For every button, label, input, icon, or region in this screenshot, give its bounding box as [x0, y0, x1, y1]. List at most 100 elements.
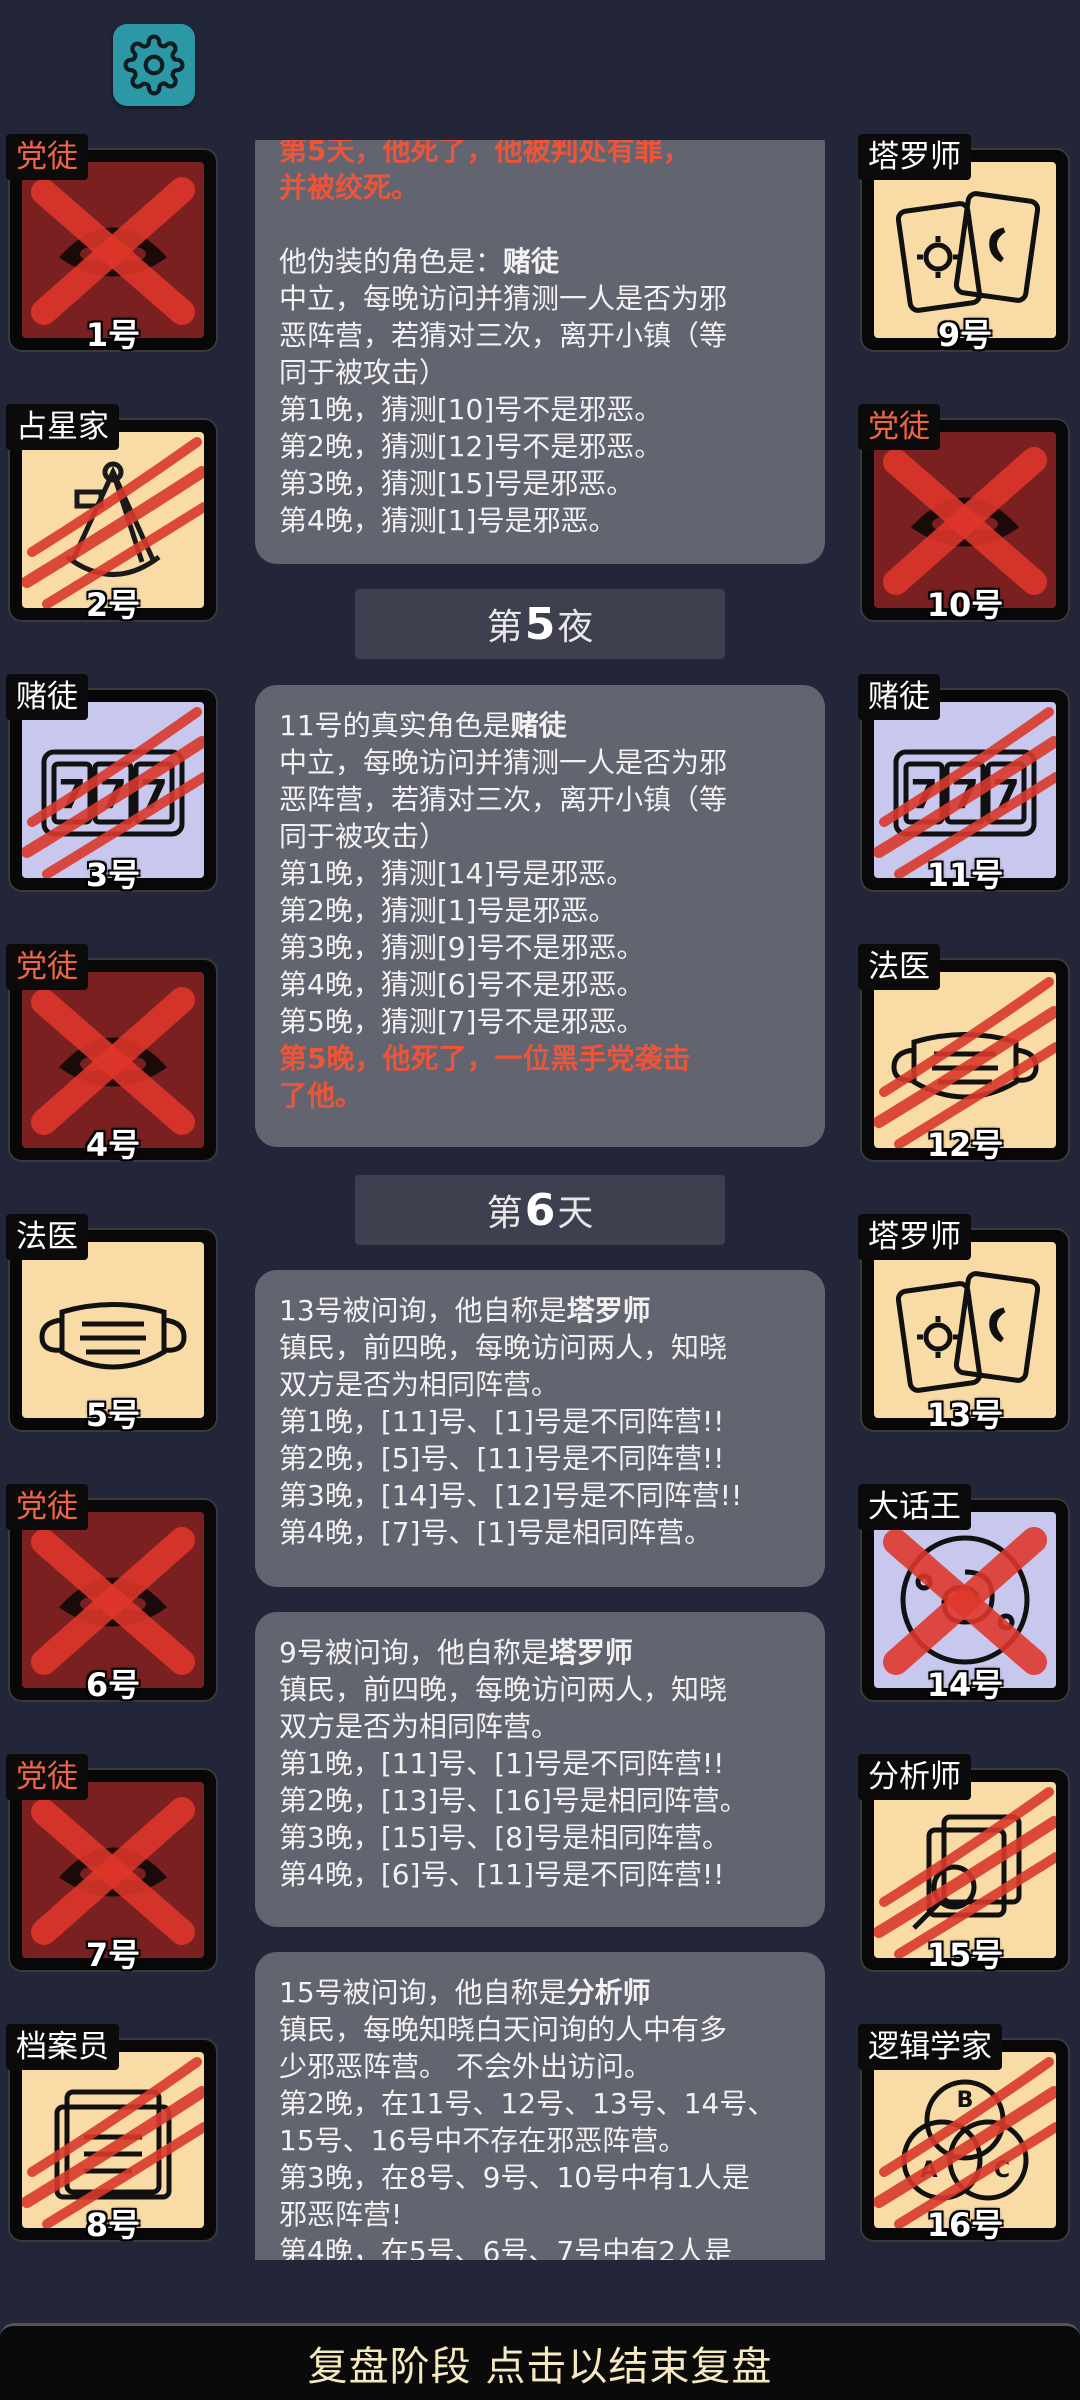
night-result: 第3晚，猜测[9]号不是邪恶。	[279, 931, 645, 964]
role-desc: 恶阵营，若猜对三次，离开小镇（等	[279, 783, 728, 816]
night-result: 第4晚，猜测[1]号是邪恶。	[279, 504, 617, 537]
phase-prefix: 第	[486, 607, 523, 648]
player-card[interactable]: 塔罗师 13号	[858, 1214, 1070, 1434]
player-card[interactable]: 分析师 15号	[858, 1754, 1070, 1974]
phase-divider-night: 第5夜	[355, 589, 725, 659]
log-message-fake-gambler: 第5天，他死了，他被判处有罪， 并被绞死。 他伪装的角色是：赌徒 中立，每晚访问…	[255, 140, 825, 564]
role-line: 15号被问询，他自称是分析师	[279, 1974, 801, 2011]
settings-button[interactable]	[113, 24, 195, 106]
night-result: 第2晚，[5]号、[11]号是不同阵营!!	[279, 1442, 725, 1475]
night-result: 第1晚，猜测[14]号是邪恶。	[279, 857, 635, 890]
role-label: 党徒	[6, 944, 88, 990]
player-number: 12号	[926, 1126, 1004, 1164]
player-number: 4号	[85, 1126, 141, 1164]
night-result: 第1晚，[11]号、[1]号是不同阵营!!	[279, 1405, 725, 1438]
night-result: 第5晚，猜测[7]号不是邪恶。	[279, 1005, 645, 1038]
role-desc: 恶阵营，若猜对三次，离开小镇（等	[279, 319, 728, 352]
night-result: 第2晚，猜测[1]号是邪恶。	[279, 894, 617, 927]
role-prefix: 13号被问询，他自称是	[279, 1294, 567, 1327]
role-line: 他伪装的角色是：赌徒	[279, 243, 801, 280]
player-number: 1号	[85, 316, 141, 354]
night-result: 第3晚，在8号、9号、10号中有1人是	[279, 2161, 750, 2194]
player-card[interactable]: 占星家 2号	[6, 404, 218, 624]
player-card[interactable]: 党徒 10号	[858, 404, 1070, 624]
player-number: 6号	[85, 1666, 141, 1704]
night-result: 第2晚，在11号、12号、13号、14号、	[279, 2087, 776, 2120]
role-name: 塔罗师	[566, 1294, 651, 1327]
log-message-claim-15: 15号被问询，他自称是分析师 镇民，每晚知晓白天问询的人中有多 少邪恶阵营。 不…	[255, 1952, 825, 2260]
role-label: 大话王	[858, 1484, 971, 1530]
log-message-claim-13: 13号被问询，他自称是塔罗师 镇民，前四晚，每晚访问两人，知晓 双方是否为相同阵…	[255, 1270, 825, 1587]
phase-prefix: 第	[486, 1193, 523, 1234]
role-line: 11号的真实角色是赌徒	[279, 707, 801, 744]
player-card[interactable]: 党徒 6号	[6, 1484, 218, 1704]
player-number: 16号	[926, 2206, 1004, 2244]
role-label: 塔罗师	[858, 134, 971, 180]
player-card[interactable]: 档案员 8号	[6, 2024, 218, 2244]
death-notice: 了他。	[279, 1079, 364, 1112]
player-number: 10号	[926, 586, 1004, 624]
role-desc: 少邪恶阵营。 不会外出访问。	[279, 2050, 652, 2083]
night-result: 第1晚，[11]号、[1]号是不同阵营!!	[279, 1747, 725, 1780]
role-label: 党徒	[6, 1484, 88, 1530]
role-label: 塔罗师	[858, 1214, 971, 1260]
role-label: 赌徒	[6, 674, 88, 720]
role-prefix: 11号的真实角色是	[279, 709, 511, 742]
role-desc: 镇民，每晚知晓白天问询的人中有多	[279, 2013, 728, 2046]
role-label: 法医	[858, 944, 940, 990]
player-number: 11号	[926, 856, 1004, 894]
role-line: 9号被问询，他自称是塔罗师	[279, 1634, 801, 1671]
night-result: 第4晚，在5号、6号、7号中有2人是	[279, 2235, 733, 2260]
player-card[interactable]: 7 7 7 赌徒 11号	[858, 674, 1070, 894]
player-number: 7号	[85, 1936, 141, 1974]
role-label: 逻辑学家	[858, 2024, 1002, 2070]
phase-number: 5	[524, 598, 556, 650]
player-card[interactable]: 大话王 14号	[858, 1484, 1070, 1704]
role-desc: 镇民，前四晚，每晚访问两人，知晓	[279, 1673, 728, 1706]
role-desc: 同于被攻击）	[279, 356, 448, 389]
player-number: 2号	[85, 586, 141, 624]
player-card[interactable]: 塔罗师 9号	[858, 134, 1070, 354]
role-desc: 双方是否为相同阵营。	[279, 1710, 560, 1743]
gear-icon	[123, 34, 185, 96]
role-name: 分析师	[566, 1976, 651, 2009]
role-name: 赌徒	[510, 709, 567, 742]
end-review-button[interactable]: 复盘阶段 点击以结束复盘	[0, 2323, 1080, 2400]
night-result: 第4晚，猜测[6]号不是邪恶。	[279, 968, 645, 1001]
night-result: 15号、16号中不存在邪恶阵营。	[279, 2124, 687, 2157]
player-card[interactable]: B A C 逻辑学家 16号	[858, 2024, 1070, 2244]
role-label: 党徒	[6, 1754, 88, 1800]
player-card[interactable]: 党徒 1号	[6, 134, 218, 354]
player-number: 3号	[85, 856, 141, 894]
player-number: 13号	[926, 1396, 1004, 1434]
night-result: 第2晚，猜测[12]号不是邪恶。	[279, 430, 663, 463]
phase-suffix: 夜	[557, 607, 594, 648]
role-label: 法医	[6, 1214, 88, 1260]
role-name: 赌徒	[503, 245, 560, 278]
player-card[interactable]: 法医 5号	[6, 1214, 218, 1434]
night-result: 邪恶阵营!	[279, 2198, 403, 2231]
player-number: 9号	[937, 316, 993, 354]
role-label: 分析师	[858, 1754, 971, 1800]
role-desc: 双方是否为相同阵营。	[279, 1368, 560, 1401]
player-card[interactable]: 7 7 7 赌徒 3号	[6, 674, 218, 894]
role-prefix: 9号被问询，他自称是	[279, 1636, 549, 1669]
phase-suffix: 天	[557, 1193, 594, 1234]
role-desc: 同于被攻击）	[279, 820, 448, 853]
role-label: 党徒	[6, 134, 88, 180]
player-card[interactable]: 法医 12号	[858, 944, 1070, 1164]
death-notice: 第5晚，他死了，一位黑手党袭击	[279, 1042, 691, 1075]
phase-number: 6	[524, 1184, 556, 1236]
death-notice: 并被绞死。	[279, 171, 420, 204]
role-desc: 镇民，前四晚，每晚访问两人，知晓	[279, 1331, 728, 1364]
player-number: 14号	[926, 1666, 1004, 1704]
phase-divider-day: 第6天	[355, 1175, 725, 1245]
game-log-scroll[interactable]: 第5天，他死了，他被判处有罪， 并被绞死。 他伪装的角色是：赌徒 中立，每晚访问…	[235, 140, 845, 2260]
player-card[interactable]: 党徒 7号	[6, 1754, 218, 1974]
player-card[interactable]: 党徒 4号	[6, 944, 218, 1164]
role-prefix: 他伪装的角色是：	[279, 245, 504, 278]
role-name: 塔罗师	[548, 1636, 633, 1669]
role-label: 党徒	[858, 404, 940, 450]
night-result: 第2晚，[13]号、[16]号是相同阵营。	[279, 1784, 748, 1817]
role-desc: 中立，每晚访问并猜测一人是否为邪	[279, 746, 728, 779]
